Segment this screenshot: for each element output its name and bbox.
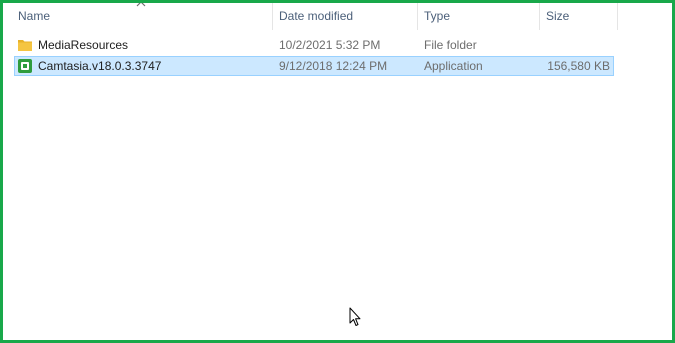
column-header-size[interactable]: Size <box>540 3 618 30</box>
file-name: Camtasia.v18.0.3.3747 <box>38 59 162 73</box>
file-size: 156,580 KB <box>547 59 610 73</box>
mouse-pointer-icon <box>349 307 361 326</box>
file-type: Application <box>424 59 483 73</box>
file-type: File folder <box>424 38 477 52</box>
file-name: MediaResources <box>38 38 129 52</box>
column-header-date-modified[interactable]: Date modified <box>273 3 418 30</box>
column-header-type[interactable]: Type <box>418 3 540 30</box>
file-date-modified: 9/12/2018 12:24 PM <box>279 59 388 73</box>
camtasia-app-icon <box>18 59 32 73</box>
file-date-modified: 10/2/2021 5:32 PM <box>279 38 381 52</box>
file-list-item[interactable]: MediaResources 10/2/2021 5:32 PM File fo… <box>14 35 614 55</box>
sort-ascending-icon <box>136 1 146 7</box>
folder-icon <box>18 40 32 51</box>
column-header-bar: Name Date modified Type Size <box>3 1 672 30</box>
file-list-item-selected[interactable]: Camtasia.v18.0.3.3747 9/12/2018 12:24 PM… <box>14 56 614 76</box>
